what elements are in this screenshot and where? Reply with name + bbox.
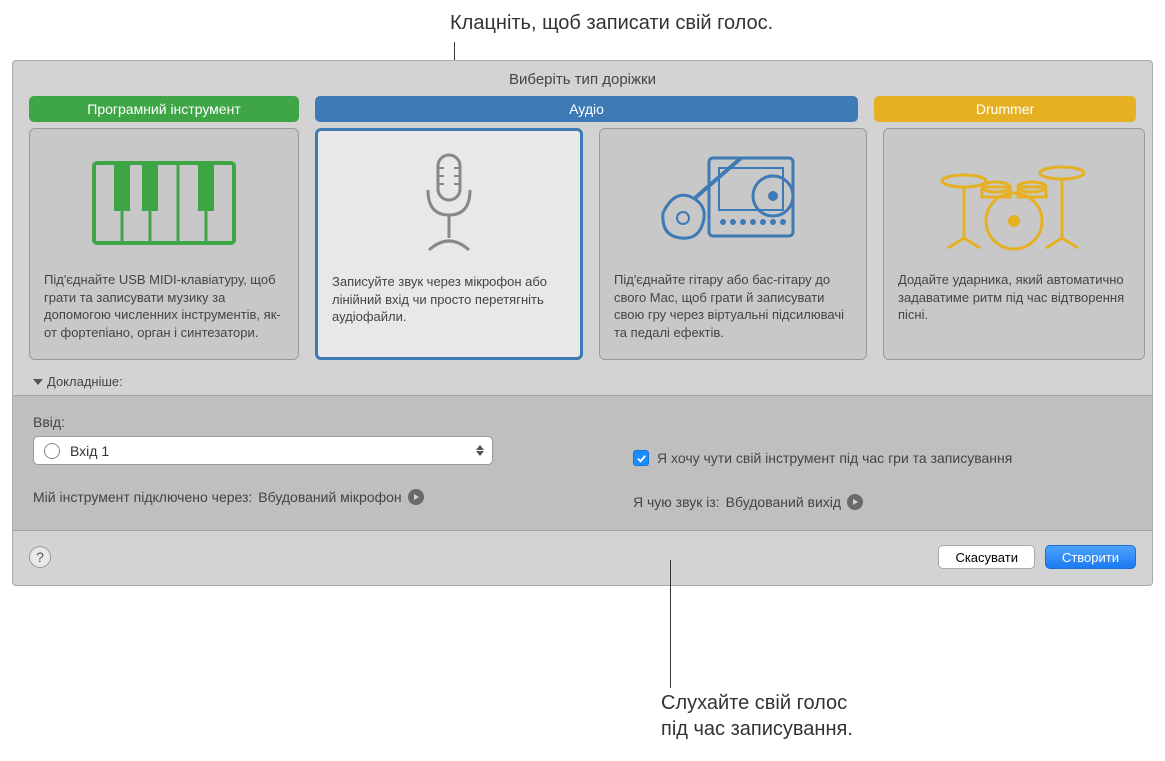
create-button[interactable]: Створити	[1045, 545, 1136, 569]
card-software-instrument[interactable]: Під'єднайте USB MIDI-клавіатуру, щоб гра…	[29, 128, 299, 360]
new-track-dialog: Виберіть тип доріжки Програмний інструме…	[12, 60, 1153, 586]
arrow-right-icon[interactable]	[847, 494, 863, 510]
connection-label: Мій інструмент підключено через:	[33, 489, 252, 505]
output-label: Я чую звук із:	[633, 494, 720, 510]
card-description: Додайте ударника, який автоматично задав…	[898, 271, 1130, 324]
connection-value: Вбудований мікрофон	[258, 489, 401, 505]
callout-text: Клацніть, щоб записати свій голос.	[450, 12, 773, 34]
output-info: Я чую звук із: Вбудований вихід	[633, 494, 1132, 510]
card-audio-guitar[interactable]: Під'єднайте гітару або бас-гітару до сво…	[599, 128, 867, 360]
input-column: Ввід: Вхід 1 Мій інструмент підключено ч…	[33, 414, 513, 510]
button-label: Скасувати	[955, 550, 1018, 565]
dialog-title: Виберіть тип доріжки	[13, 61, 1152, 96]
card-drummer[interactable]: Додайте ударника, який автоматично задав…	[883, 128, 1145, 360]
details-disclosure[interactable]: Докладніше:	[13, 370, 1152, 395]
track-type-tabs: Програмний інструмент Аудіо Drummer	[13, 96, 1152, 128]
tab-drummer[interactable]: Drummer	[874, 96, 1136, 122]
tab-software-instrument[interactable]: Програмний інструмент	[29, 96, 299, 122]
button-label: Створити	[1062, 550, 1119, 565]
input-value: Вхід 1	[70, 443, 109, 459]
details-label: Докладніше:	[47, 374, 123, 389]
arrow-right-icon[interactable]	[408, 489, 424, 505]
microphone-icon	[332, 145, 566, 265]
callout-line	[670, 560, 671, 688]
guitar-amp-icon	[614, 143, 852, 263]
tab-label: Програмний інструмент	[87, 101, 240, 117]
monitor-column: Я хочу чути свій інструмент під час гри …	[633, 414, 1132, 510]
tab-audio[interactable]: Аудіо	[315, 96, 858, 122]
radio-icon	[44, 443, 60, 459]
monitor-checkbox[interactable]	[633, 450, 649, 466]
callout-listen-voice: Слухайте свій голос під час записування.	[661, 690, 853, 742]
track-option-cards: Під'єднайте USB MIDI-клавіатуру, щоб гра…	[13, 128, 1152, 370]
instrument-connection-info: Мій інструмент підключено через: Вбудова…	[33, 489, 513, 505]
output-value: Вбудований вихід	[726, 494, 841, 510]
monitor-label: Я хочу чути свій інструмент під час гри …	[657, 450, 1012, 466]
tab-label: Drummer	[976, 101, 1034, 117]
callout-record-voice: Клацніть, щоб записати свій голос.	[450, 12, 773, 35]
triangle-down-icon	[33, 379, 43, 385]
tab-label: Аудіо	[569, 101, 604, 117]
callout-text-line2: під час записування.	[661, 716, 853, 742]
cancel-button[interactable]: Скасувати	[938, 545, 1035, 569]
input-label: Ввід:	[33, 414, 513, 430]
input-select[interactable]: Вхід 1	[33, 436, 493, 465]
drumkit-icon	[898, 143, 1130, 263]
footer-buttons: Скасувати Створити	[938, 545, 1136, 569]
card-audio-microphone[interactable]: Записуйте звук через мікрофон або лінійн…	[315, 128, 583, 360]
dialog-footer: ? Скасувати Створити	[13, 531, 1152, 573]
keyboard-icon	[44, 143, 284, 263]
card-description: Під'єднайте USB MIDI-клавіатуру, щоб гра…	[44, 271, 284, 341]
details-panel: Ввід: Вхід 1 Мій інструмент підключено ч…	[13, 395, 1152, 531]
updown-icon	[476, 445, 484, 456]
card-description: Записуйте звук через мікрофон або лінійн…	[332, 273, 566, 326]
card-description: Під'єднайте гітару або бас-гітару до сво…	[614, 271, 852, 341]
callout-text-line1: Слухайте свій голос	[661, 690, 853, 716]
monitor-checkbox-row: Я хочу чути свій інструмент під час гри …	[633, 450, 1132, 466]
help-button[interactable]: ?	[29, 546, 51, 568]
